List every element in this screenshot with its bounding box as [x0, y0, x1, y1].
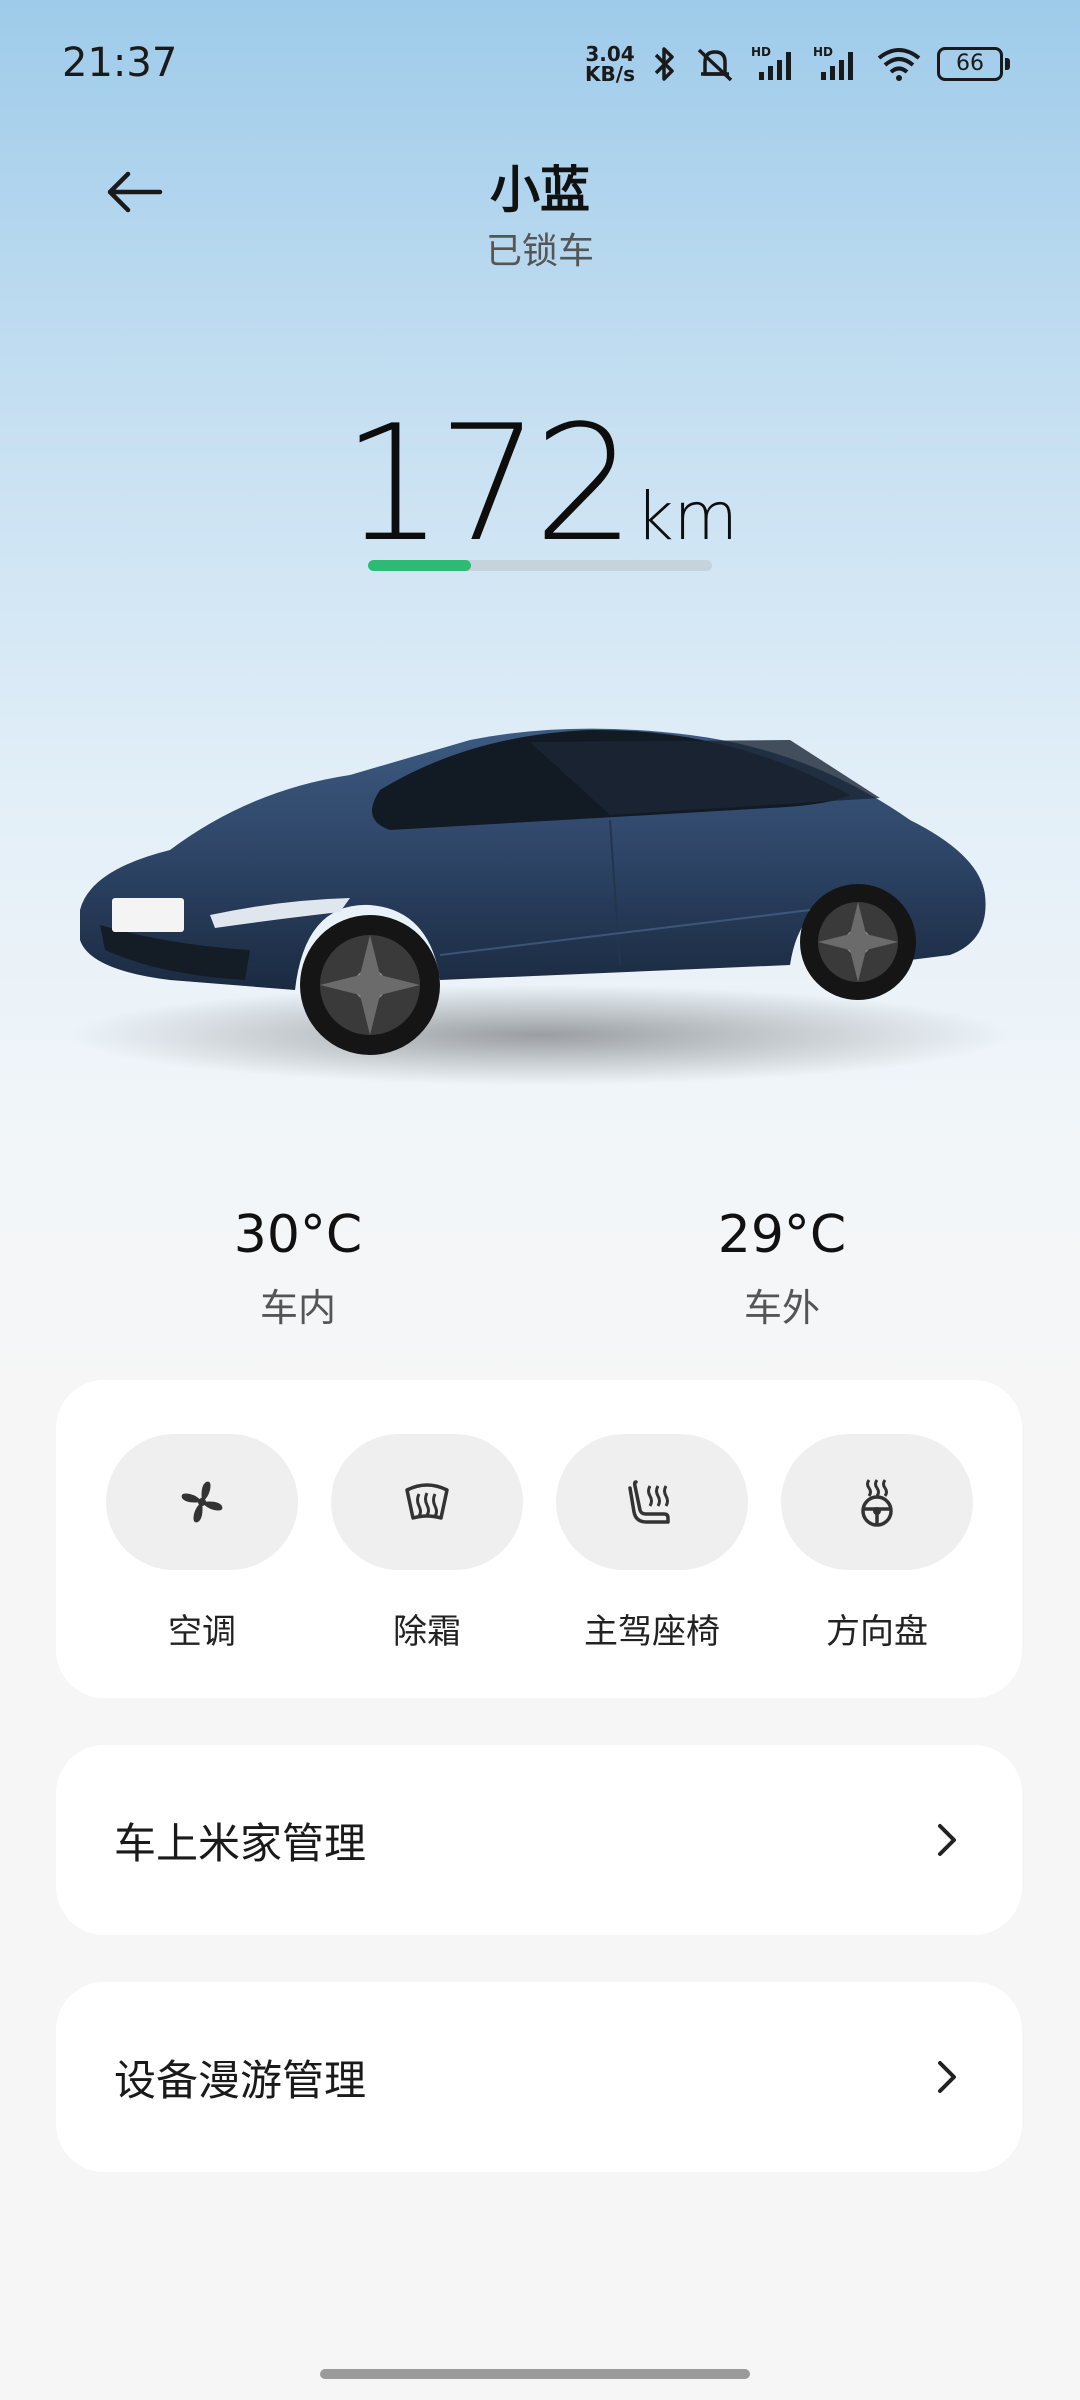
steering-wheel-control[interactable]: 方向盘 — [781, 1434, 973, 1653]
fan-icon — [181, 1481, 223, 1523]
steering-wheel-heat-icon — [861, 1479, 893, 1527]
battery-icon: 66 — [937, 47, 1010, 81]
signal-hd-icon: HD — [751, 45, 791, 80]
range-bar — [368, 560, 712, 571]
svg-text:HD: HD — [813, 45, 833, 59]
chevron-right-icon — [936, 2059, 958, 2095]
device-roaming-row[interactable]: 设备漫游管理 — [56, 1982, 1022, 2172]
home-indicator[interactable] — [320, 2369, 750, 2379]
seat-heat-icon — [628, 1480, 670, 1524]
outside-temperature-label: 车外 — [743, 1286, 820, 1330]
steering-wheel-label: 方向盘 — [826, 1612, 928, 1652]
inside-temperature: 30°C 车内 — [148, 1205, 448, 1332]
range-bar-fill — [368, 560, 472, 571]
range-unit: km — [635, 478, 738, 555]
bluetooth-icon — [654, 47, 674, 81]
outside-temperature-value: 29°C — [717, 1205, 847, 1265]
network-speed-value: 3.04 — [585, 42, 635, 66]
ac-button[interactable] — [106, 1434, 298, 1570]
rear-wheel — [800, 884, 916, 1000]
inside-temperature-label: 车内 — [259, 1286, 336, 1330]
network-speed: 3.04 KB/s — [585, 44, 635, 84]
ac-label: 空调 — [168, 1612, 236, 1652]
defrost-control[interactable]: 除霜 — [331, 1434, 523, 1653]
mijia-management-row[interactable]: 车上米家管理 — [56, 1745, 1022, 1935]
status-icons: 3.04 KB/s HD HD 66 — [585, 36, 1010, 92]
lock-status: 已锁车 — [485, 231, 594, 272]
chevron-right-icon — [936, 1822, 958, 1858]
driver-seat-control[interactable]: 主驾座椅 — [556, 1434, 748, 1653]
network-speed-unit: KB/s — [585, 62, 635, 86]
signal-hd-icon: HD — [813, 45, 853, 80]
range-value: 172 — [342, 390, 635, 577]
ac-control[interactable]: 空调 — [106, 1434, 298, 1653]
front-wheel — [300, 915, 440, 1055]
defrost-icon — [405, 1483, 449, 1520]
car-image — [70, 728, 1010, 1085]
inside-temperature-value: 30°C — [233, 1205, 363, 1265]
defrost-button[interactable] — [331, 1434, 523, 1570]
climate-controls-card: 空调 除霜 主驾座椅 方向盘 — [56, 1380, 1022, 1698]
driver-seat-label: 主驾座椅 — [584, 1612, 720, 1652]
svg-text:HD: HD — [751, 45, 771, 59]
wifi-icon — [877, 48, 921, 81]
steering-wheel-button[interactable] — [781, 1434, 973, 1570]
status-time: 21:37 — [62, 40, 178, 86]
outside-temperature: 29°C 车外 — [632, 1205, 932, 1332]
device-roaming-label: 设备漫游管理 — [114, 2055, 367, 2105]
range-display: 172km — [0, 390, 1080, 577]
defrost-label: 除霜 — [393, 1612, 461, 1652]
mute-icon — [697, 48, 733, 82]
page-title: 小蓝 — [490, 161, 590, 219]
mijia-management-label: 车上米家管理 — [114, 1818, 367, 1868]
driver-seat-button[interactable] — [556, 1434, 748, 1570]
battery-level: 66 — [937, 47, 1003, 81]
